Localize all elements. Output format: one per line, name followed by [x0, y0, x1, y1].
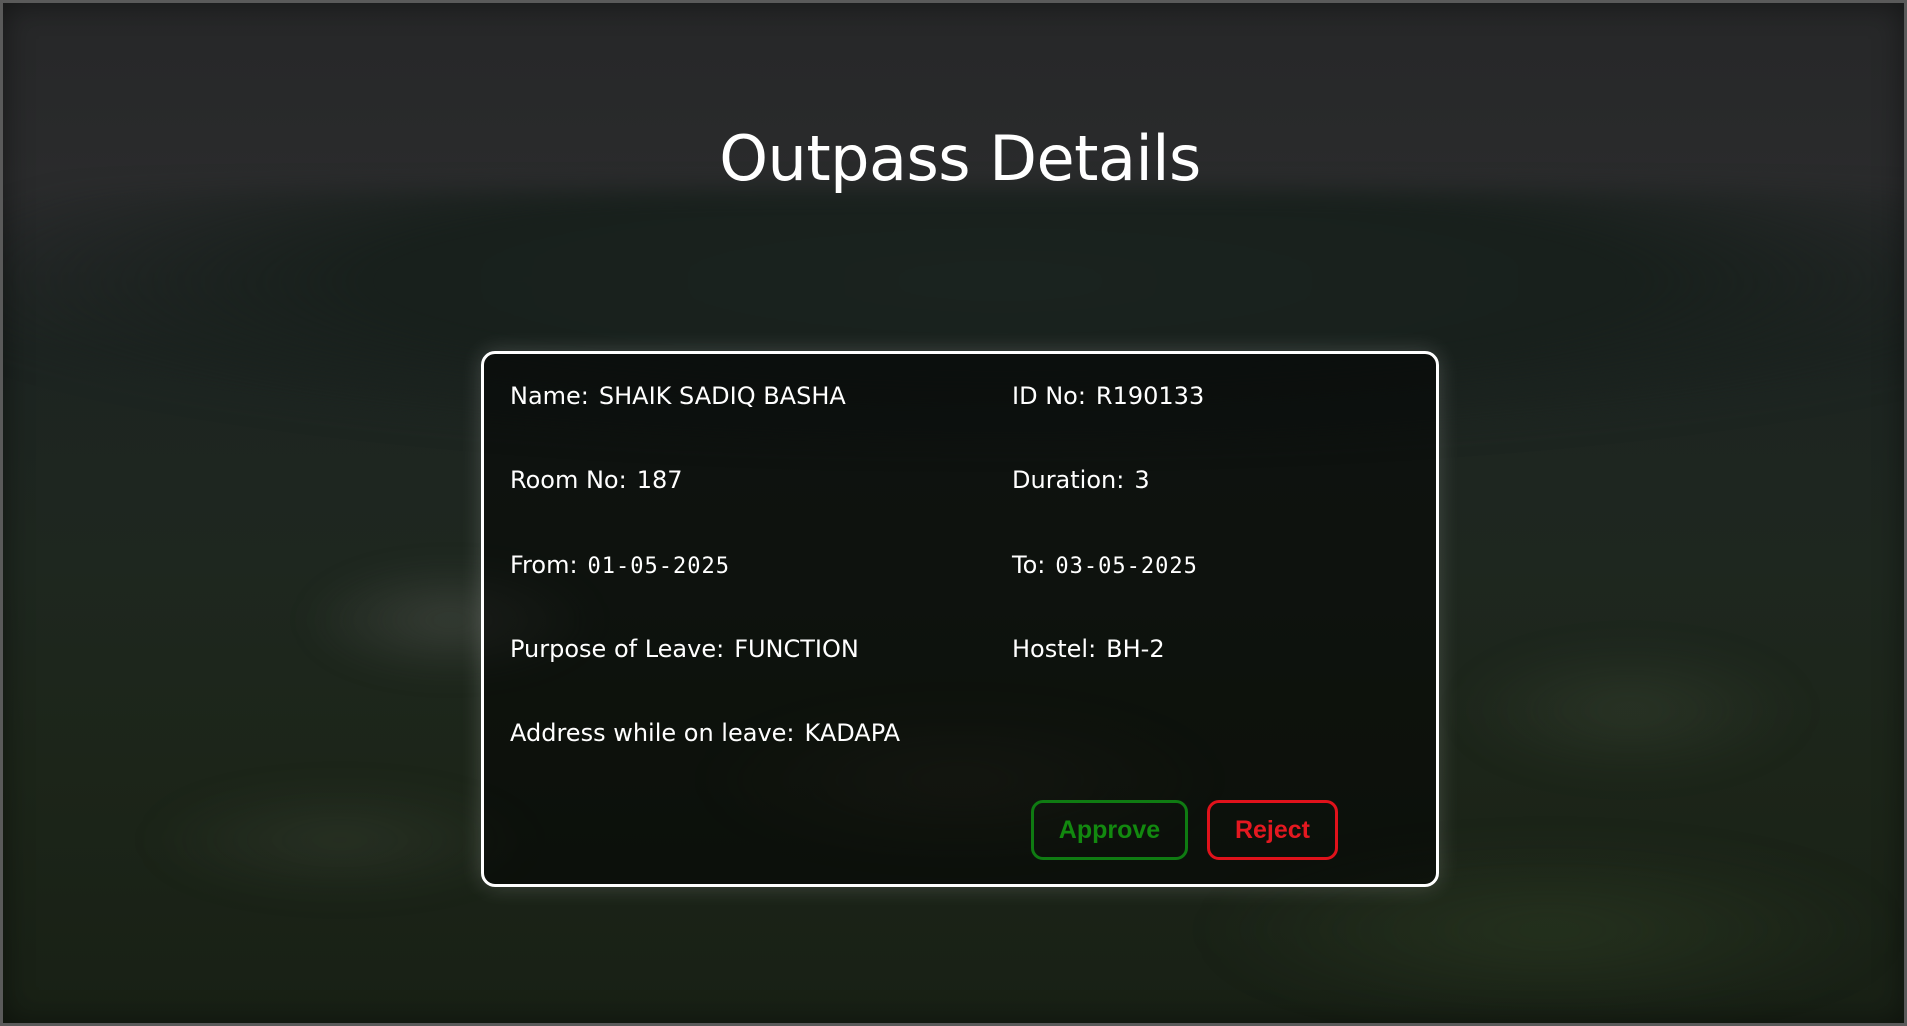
id-no-value: R190133 — [1095, 382, 1205, 410]
to-date-value: 03-05-2025 — [1055, 554, 1198, 579]
from-date-value: 01-05-2025 — [587, 554, 730, 579]
hostel-label: Hostel: — [1012, 635, 1097, 663]
reject-button[interactable]: Reject — [1207, 800, 1338, 860]
duration-label: Duration: — [1012, 466, 1125, 494]
id-no-label: ID No: — [1012, 382, 1086, 410]
field-duration: Duration: 3 — [1012, 466, 1150, 494]
purpose-label: Purpose of Leave: — [510, 635, 725, 663]
name-label: Name: — [510, 382, 589, 410]
address-label: Address while on leave: — [510, 719, 795, 747]
purpose-value: FUNCTION — [734, 635, 859, 663]
to-label: To: — [1012, 551, 1046, 579]
field-id-no: ID No: R190133 — [1012, 382, 1204, 410]
address-value: KADAPA — [804, 719, 901, 747]
approve-button[interactable]: Approve — [1031, 800, 1188, 860]
field-purpose: Purpose of Leave: FUNCTION — [510, 635, 859, 663]
field-from: From: 01-05-2025 — [510, 551, 730, 579]
duration-value: 3 — [1134, 466, 1150, 494]
outpass-details-card: Name: SHAIK SADIQ BASHA ID No: R190133 Roo… — [481, 351, 1439, 887]
field-hostel: Hostel: BH-2 — [1012, 635, 1165, 663]
from-label: From: — [510, 551, 578, 579]
room-no-label: Room No: — [510, 466, 627, 494]
page-title: Outpass Details — [719, 122, 1201, 195]
hostel-value: BH-2 — [1106, 635, 1165, 663]
room-no-value: 187 — [636, 466, 683, 494]
field-to: To: 03-05-2025 — [1012, 551, 1198, 579]
field-name: Name: SHAIK SADIQ BASHA — [510, 382, 846, 410]
name-value: SHAIK SADIQ BASHA — [598, 382, 846, 410]
field-room-no: Room No: 187 — [510, 466, 683, 494]
field-address: Address while on leave: KADAPA — [510, 719, 900, 747]
